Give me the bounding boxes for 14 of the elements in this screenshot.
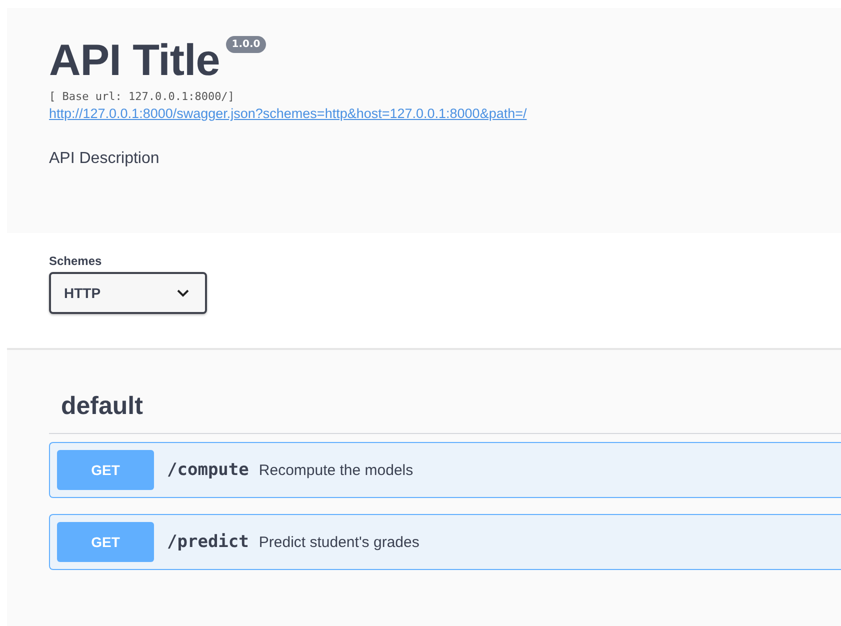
operation-path: /compute: [167, 460, 249, 480]
version-badge: 1.0.0: [226, 36, 266, 53]
tag-heading[interactable]: default: [49, 380, 841, 434]
schemes-label: Schemes: [49, 254, 102, 268]
operation-summary: Recompute the models: [258, 462, 414, 478]
operation-path: /predict: [167, 532, 249, 552]
schemes-select[interactable]: HTTP: [49, 272, 207, 314]
api-description: API Description: [49, 150, 160, 168]
base-url: [ Base url: 127.0.0.1:8000/]: [49, 90, 236, 103]
operation-row[interactable]: GET /predict Predict student's grades: [49, 514, 841, 570]
operation-row[interactable]: GET /compute Recompute the models: [49, 442, 841, 498]
chevron-down-icon: [177, 289, 189, 297]
operation-summary: Predict student's grades: [258, 534, 420, 550]
api-title: API Title: [49, 36, 220, 86]
